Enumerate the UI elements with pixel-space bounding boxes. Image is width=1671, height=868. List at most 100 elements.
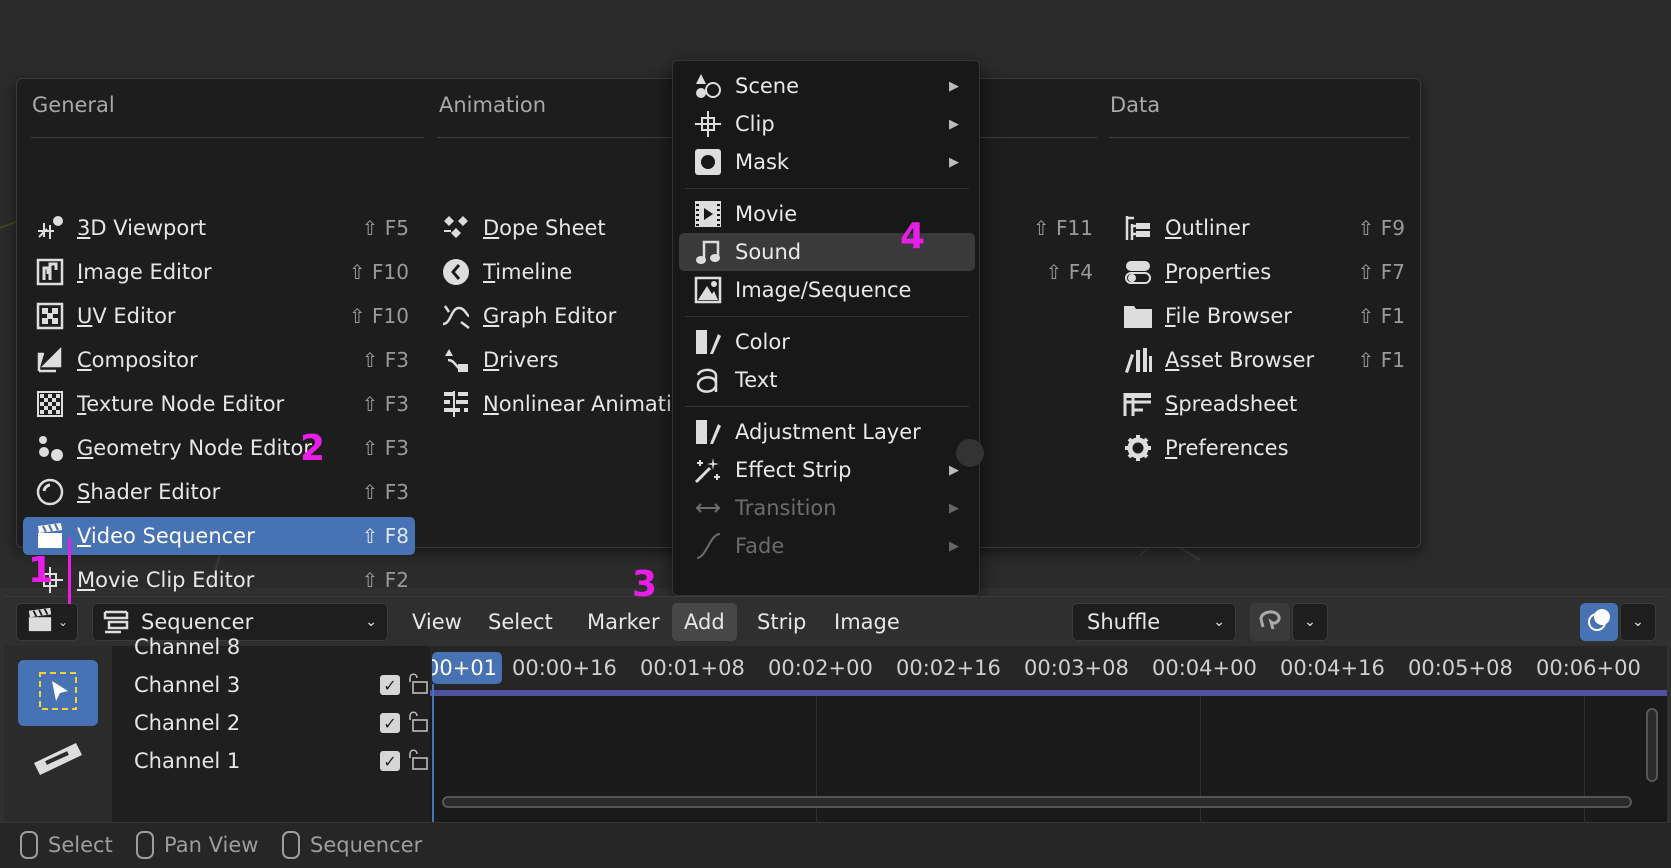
drivers-icon [441, 345, 471, 375]
channel-name: Channel 1 [134, 749, 241, 773]
annotation-number: 1 [28, 550, 54, 591]
channel-row[interactable]: Channel 1 ✓ [134, 742, 428, 780]
lock-icon[interactable] [408, 710, 430, 737]
shader-editor-icon [35, 477, 65, 507]
editor-item-outliner[interactable]: Outliner ⇧ F9 [1111, 209, 1411, 247]
menu-item-label: Scene [735, 74, 800, 98]
shortcut-text: ⇧ F11 [1032, 216, 1093, 240]
annotation-number: 2 [300, 428, 326, 469]
outliner-icon [1123, 213, 1153, 243]
menu-image[interactable]: Image [822, 603, 912, 641]
editor-item-nonlinear-animation[interactable]: Nonlinear Animation [429, 385, 679, 423]
editor-item-compositor[interactable]: Compositor ⇧ F3 [23, 341, 415, 379]
add-menu-item-scene[interactable]: Scene ▶ [679, 67, 975, 105]
snap-toggle[interactable] [1250, 603, 1290, 641]
mask-icon [693, 147, 723, 177]
editor-item-dope-sheet[interactable]: Dope Sheet [429, 209, 679, 247]
editor-item-movie-clip-editor[interactable]: Movie Clip Editor ⇧ F2 [23, 561, 415, 599]
editor-item-graph-editor[interactable]: Graph Editor [429, 297, 679, 335]
editor-item-python-console[interactable]: ⇧ F4 [979, 253, 1099, 291]
editor-item-properties[interactable]: Properties ⇧ F7 [1111, 253, 1411, 291]
chevron-down-icon: ⌄ [57, 615, 69, 629]
channel-mute-checkbox[interactable]: ✓ [380, 751, 400, 771]
editor-item-uv-editor[interactable]: UV Editor ⇧ F10 [23, 297, 415, 335]
editor-item-drivers[interactable]: Drivers [429, 341, 679, 379]
blade-tool[interactable] [18, 728, 98, 794]
editor-item-timeline[interactable]: Timeline [429, 253, 679, 291]
shortcut-text: ⇧ F8 [361, 524, 409, 548]
shortcut-text: ⇧ F7 [1357, 260, 1405, 284]
image-editor-icon [35, 257, 65, 287]
editor-item-label: Video Sequencer [77, 524, 255, 548]
menu-strip[interactable]: Strip [745, 603, 818, 641]
editor-item-label: Graph Editor [483, 304, 617, 328]
editor-item-shader-editor[interactable]: Shader Editor ⇧ F3 [23, 473, 415, 511]
add-menu-item-color[interactable]: Color [679, 323, 975, 361]
add-menu-item-clip[interactable]: Clip ▶ [679, 105, 975, 143]
editor-item-label: Timeline [483, 260, 573, 284]
lock-icon[interactable] [408, 672, 430, 699]
channel-name: Channel 8 [134, 635, 241, 659]
status-sequencer-label: Sequencer [310, 833, 423, 857]
vertical-scrollbar[interactable] [1646, 708, 1658, 782]
submenu-arrow-icon: ▶ [949, 500, 959, 516]
video-sequencer-icon [26, 607, 54, 638]
channel-mute-checkbox[interactable]: ✓ [380, 713, 400, 733]
editor-item-preferences[interactable]: Preferences [1111, 429, 1411, 467]
status-pan-hint: Pan View [136, 831, 258, 859]
lock-icon[interactable] [408, 748, 430, 775]
editor-item-label: Compositor [77, 348, 198, 372]
add-menu-item-transition[interactable]: Transition ▶ [679, 489, 975, 527]
editor-item-video-sequencer[interactable]: Video Sequencer ⇧ F8 [23, 517, 415, 555]
channel-row[interactable]: Channel 8 [134, 628, 424, 666]
shortcut-text: ⇧ F1 [1357, 304, 1405, 328]
timeline-area[interactable]: 00+01 00:00+16 00:01+08 00:02+00 00:02+1… [430, 646, 1667, 822]
text-icon [693, 365, 723, 395]
add-menu-item-fade[interactable]: Fade ▶ [679, 527, 975, 565]
uv-editor-icon [35, 301, 65, 331]
snap-mode-dropdown[interactable]: Shuffle ⌄ [1072, 603, 1236, 641]
editor-item-texture-node-editor[interactable]: Texture Node Editor ⇧ F3 [23, 385, 415, 423]
texture-node-icon [35, 389, 65, 419]
add-menu-item-sound[interactable]: Sound [679, 233, 975, 271]
current-frame-text: 00+01 [432, 656, 498, 680]
horizontal-scrollbar[interactable] [442, 796, 1632, 808]
menu-marker[interactable]: Marker [575, 603, 672, 641]
menu-item-label: Transition [735, 496, 837, 520]
viewport-3d-icon [35, 213, 65, 243]
geometry-node-icon [35, 433, 65, 463]
add-menu-item-movie[interactable]: Movie [679, 195, 975, 233]
editor-item-3d-viewport[interactable]: 3D Viewport ⇧ F5 [23, 209, 415, 247]
editor-item-text-editor[interactable]: ⇧ F11 [979, 209, 1099, 247]
menu-add[interactable]: Add [672, 603, 737, 641]
add-menu-item-effect-strip[interactable]: Effect Strip ▶ [679, 451, 975, 489]
time-tick-label: 00:04+16 [1280, 656, 1385, 680]
add-menu-item-image-sequence[interactable]: Image/Sequence [679, 271, 975, 309]
editor-item-asset-browser[interactable]: Asset Browser ⇧ F1 [1111, 341, 1411, 379]
overlay-options-dropdown[interactable]: ⌄ [1620, 603, 1656, 641]
magnet-icon [1257, 607, 1283, 638]
channel-mute-checkbox[interactable]: ✓ [380, 675, 400, 695]
add-menu-item-text[interactable]: Text [679, 361, 975, 399]
editor-type-selector[interactable]: ⌄ [16, 603, 78, 641]
editor-item-label: Movie Clip Editor [77, 568, 255, 592]
current-frame-indicator[interactable]: 00+01 [432, 652, 502, 684]
file-browser-icon [1123, 301, 1153, 331]
add-menu-item-mask[interactable]: Mask ▶ [679, 143, 975, 181]
snap-options-dropdown[interactable]: ⌄ [1292, 603, 1328, 641]
select-box-tool[interactable] [18, 660, 98, 726]
shortcut-text: ⇧ F3 [361, 348, 409, 372]
time-tick-label: 00:06+00 [1536, 656, 1641, 680]
add-menu-item-adjustment-layer[interactable]: Adjustment Layer [679, 413, 975, 451]
menu-select[interactable]: Select [476, 603, 565, 641]
editor-item-spreadsheet[interactable]: Spreadsheet [1111, 385, 1411, 423]
editor-item-image-editor[interactable]: Image Editor ⇧ F10 [23, 253, 415, 291]
editor-item-file-browser[interactable]: File Browser ⇧ F1 [1111, 297, 1411, 335]
channel-row[interactable]: Channel 3 ✓ [134, 666, 428, 704]
editor-item-geometry-node-editor[interactable]: Geometry Node Editor ⇧ F3 [23, 429, 415, 467]
channel-row[interactable]: Channel 2 ✓ [134, 704, 428, 742]
shortcut-text: ⇧ F4 [1045, 260, 1093, 284]
editor-item-label: Nonlinear Animation [483, 392, 679, 416]
overlay-toggle[interactable] [1580, 603, 1618, 641]
playhead-line[interactable] [432, 684, 434, 822]
